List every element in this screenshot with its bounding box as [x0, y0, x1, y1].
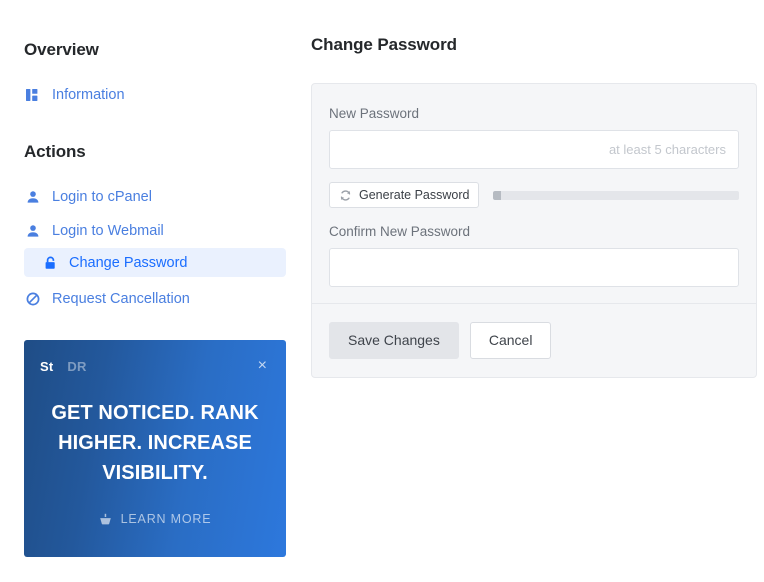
promo-banner-header: St DR × [24, 340, 286, 392]
sidebar-item-request-cancellation[interactable]: Request Cancellation [24, 284, 190, 314]
promo-headline: GET NOTICED. RANK HIGHER. INCREASE VISIB… [51, 402, 259, 484]
sidebar-item-login-to-webmail[interactable]: Login to Webmail [24, 216, 164, 246]
dashboard-grid-icon [24, 86, 42, 104]
user-icon [24, 188, 42, 206]
confirm-password-label: Confirm New Password [329, 224, 471, 239]
new-password-label: New Password [329, 106, 420, 121]
learn-more-button[interactable]: LEARN MORE [24, 512, 286, 526]
cancel-button[interactable]: Cancel [469, 322, 552, 359]
promo-brand-primary: St [40, 358, 54, 374]
sidebar-item-label: Information [52, 87, 125, 103]
promo-brand-secondary: DR [67, 358, 87, 374]
generate-password-label: Generate Password [359, 188, 470, 202]
card-footer: Save Changes Cancel [312, 303, 756, 377]
password-strength-bar [493, 190, 739, 200]
sidebar-item-label: Change Password [69, 254, 188, 271]
learn-more-label: LEARN MORE [120, 512, 212, 526]
page-title: Change Password [311, 35, 457, 54]
page-root: Overview Information Actions Login to cP… [0, 0, 764, 582]
actions-heading: Actions [24, 142, 86, 161]
user-icon [24, 222, 42, 240]
main-content: Change Password New Password at least 5 … [300, 0, 764, 582]
lock-icon [41, 254, 59, 272]
password-strength-fill [493, 190, 501, 200]
sidebar: Overview Information Actions Login to cP… [0, 0, 300, 582]
sidebar-item-change-password[interactable]: Change Password [24, 248, 286, 277]
promo-banner[interactable]: St DR × GET NOTICED. RANK HIGHER. INCREA… [24, 340, 286, 557]
generate-password-button[interactable]: Generate Password [329, 182, 480, 208]
refresh-sync-icon [339, 189, 352, 202]
generate-password-row: Generate Password [329, 182, 739, 208]
sidebar-item-information[interactable]: Information [24, 80, 125, 110]
sidebar-item-login-to-cpanel[interactable]: Login to cPanel [24, 182, 152, 212]
save-changes-button[interactable]: Save Changes [329, 322, 459, 359]
change-password-card: New Password Generate Password [311, 83, 757, 378]
ban-icon [24, 290, 42, 308]
new-password-input[interactable] [329, 130, 739, 169]
confirm-password-block: Confirm New Password [329, 224, 739, 287]
sidebar-item-label: Login to Webmail [52, 223, 164, 239]
basket-icon [99, 513, 112, 526]
close-icon[interactable]: × [255, 356, 270, 376]
change-password-form: New Password Generate Password [312, 84, 756, 303]
sidebar-item-label: Request Cancellation [52, 291, 190, 307]
confirm-password-input[interactable] [329, 248, 739, 287]
overview-heading: Overview [24, 40, 99, 59]
sidebar-item-label: Login to cPanel [52, 189, 152, 205]
